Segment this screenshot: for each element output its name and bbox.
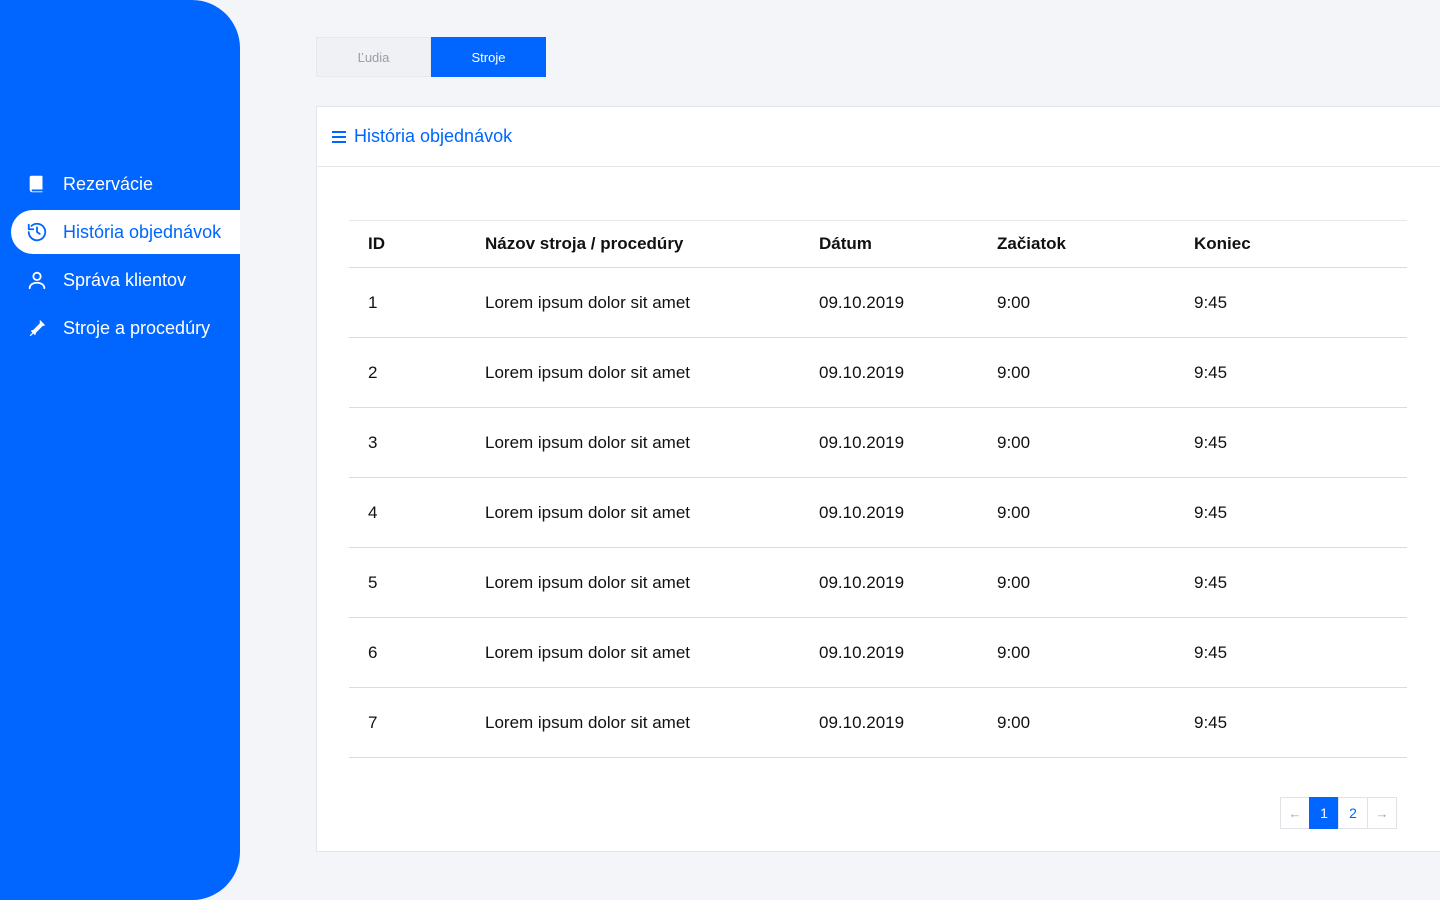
- cell-end: 9:45: [1194, 572, 1228, 592]
- menu-icon: [332, 130, 346, 143]
- cell-date: 09.10.2019: [819, 292, 905, 312]
- tab-stroje[interactable]: Stroje: [431, 37, 546, 77]
- table-row: 7 Lorem ipsum dolor sit amet 09.10.2019 …: [349, 688, 1407, 758]
- cell-start: 9:00: [997, 712, 1031, 732]
- cell-id: 7: [368, 712, 378, 732]
- tabs: Ľudia Stroje: [316, 37, 546, 77]
- cell-start: 9:00: [997, 572, 1031, 592]
- cell-end: 9:45: [1194, 432, 1228, 452]
- header-name: Názov stroja / procedúry: [485, 234, 684, 253]
- order-history-card: História objednávok ID Názov stroja / pr…: [316, 106, 1440, 852]
- cell-id: 6: [368, 642, 378, 662]
- cell-name: Lorem ipsum dolor sit amet: [485, 642, 691, 662]
- cell-id: 5: [368, 572, 378, 592]
- sidebar-item-label: Stroje a procedúry: [63, 317, 211, 338]
- header-date: Dátum: [819, 234, 872, 253]
- sidebar-item-label: Rezervácie: [63, 173, 154, 194]
- cell-end: 9:45: [1194, 362, 1228, 382]
- cell-name: Lorem ipsum dolor sit amet: [485, 292, 691, 312]
- header-end: Koniec: [1194, 234, 1251, 253]
- orders-table: ID Názov stroja / procedúry Dátum Začiat…: [349, 220, 1407, 758]
- sidebar-item-historia[interactable]: História objednávok: [11, 210, 240, 254]
- table-header: ID Názov stroja / procedúry Dátum Začiat…: [349, 220, 1407, 268]
- card-title: História objednávok: [354, 126, 513, 146]
- prev-page-button[interactable]: ←: [1280, 797, 1310, 829]
- cell-id: 2: [368, 362, 378, 382]
- table-row: 1 Lorem ipsum dolor sit amet 09.10.2019 …: [349, 268, 1407, 338]
- sidebar-item-rezervacie[interactable]: Rezervácie: [0, 162, 240, 206]
- pagination: ← 1 2 →: [1280, 797, 1397, 829]
- cell-name: Lorem ipsum dolor sit amet: [485, 502, 691, 522]
- cell-end: 9:45: [1194, 642, 1228, 662]
- table-row: 2 Lorem ipsum dolor sit amet 09.10.2019 …: [349, 338, 1407, 408]
- cell-id: 3: [368, 432, 378, 452]
- page-button-1[interactable]: 1: [1309, 797, 1339, 829]
- cell-date: 09.10.2019: [819, 502, 905, 522]
- cell-id: 1: [368, 292, 378, 312]
- cell-start: 9:00: [997, 362, 1031, 382]
- tab-ludia[interactable]: Ľudia: [316, 37, 431, 77]
- cell-start: 9:00: [997, 292, 1031, 312]
- header-id: ID: [368, 234, 385, 253]
- cell-name: Lorem ipsum dolor sit amet: [485, 432, 691, 452]
- cell-date: 09.10.2019: [819, 572, 905, 592]
- sidebar-item-label: História objednávok: [63, 221, 222, 242]
- tool-icon: [25, 316, 49, 340]
- cell-start: 9:00: [997, 642, 1031, 662]
- table-row: 4 Lorem ipsum dolor sit amet 09.10.2019 …: [349, 478, 1407, 548]
- header-start: Začiatok: [997, 234, 1066, 253]
- cell-start: 9:00: [997, 502, 1031, 522]
- table-row: 3 Lorem ipsum dolor sit amet 09.10.2019 …: [349, 408, 1407, 478]
- cell-date: 09.10.2019: [819, 362, 905, 382]
- table-row: 5 Lorem ipsum dolor sit amet 09.10.2019 …: [349, 548, 1407, 618]
- book-icon: [25, 172, 49, 196]
- cell-date: 09.10.2019: [819, 712, 905, 732]
- cell-id: 4: [368, 502, 378, 522]
- page-button-2[interactable]: 2: [1338, 797, 1368, 829]
- cell-end: 9:45: [1194, 292, 1228, 312]
- cell-date: 09.10.2019: [819, 642, 905, 662]
- user-icon: [25, 268, 49, 292]
- cell-name: Lorem ipsum dolor sit amet: [485, 712, 691, 732]
- card-header: História objednávok: [317, 107, 1440, 167]
- table-row: 6 Lorem ipsum dolor sit amet 09.10.2019 …: [349, 618, 1407, 688]
- cell-name: Lorem ipsum dolor sit amet: [485, 362, 691, 382]
- sidebar-item-stroje-a-procedury[interactable]: Stroje a procedúry: [0, 306, 240, 350]
- sidebar-nav: Rezervácie História objednávok Správa kl…: [0, 162, 240, 354]
- next-page-button[interactable]: →: [1367, 797, 1397, 829]
- cell-start: 9:00: [997, 432, 1031, 452]
- cell-name: Lorem ipsum dolor sit amet: [485, 572, 691, 592]
- cell-date: 09.10.2019: [819, 432, 905, 452]
- sidebar-item-label: Správa klientov: [63, 269, 187, 290]
- cell-end: 9:45: [1194, 712, 1228, 732]
- sidebar: Rezervácie História objednávok Správa kl…: [0, 0, 240, 900]
- history-icon: [25, 220, 49, 244]
- sidebar-item-sprava-klientov[interactable]: Správa klientov: [0, 258, 240, 302]
- cell-end: 9:45: [1194, 502, 1228, 522]
